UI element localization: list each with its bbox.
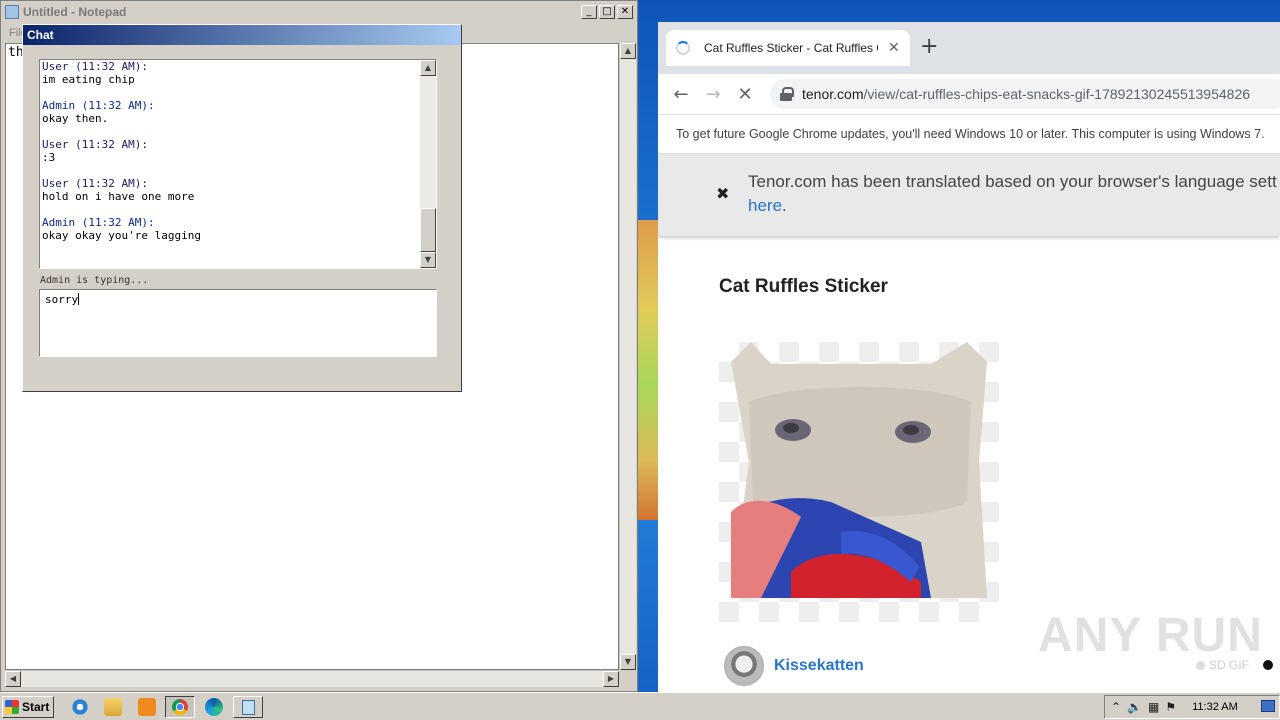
notepad-title: Untitled - Notepad xyxy=(23,5,127,19)
sd-radio-icon[interactable] xyxy=(1196,660,1205,670)
chat-message-text: im eating chip xyxy=(42,73,135,86)
scroll-up-arrow-icon[interactable]: ▲ xyxy=(420,60,436,76)
gif-quality-toggle[interactable]: SD GIF xyxy=(1196,658,1274,672)
chat-message-author: User (11:32 AM): xyxy=(42,60,148,73)
lock-icon[interactable] xyxy=(780,87,794,101)
typing-status: Admin is typing... xyxy=(40,275,149,286)
scroll-left-arrow-icon[interactable]: ◀ xyxy=(5,671,21,687)
forward-arrow-icon[interactable]: → xyxy=(704,84,722,105)
edge-icon[interactable] xyxy=(205,698,223,716)
notepad-icon xyxy=(5,5,19,19)
scroll-down-arrow-icon[interactable]: ▼ xyxy=(420,252,436,268)
chrome-icon xyxy=(172,699,188,715)
chat-log[interactable]: User (11:32 AM): im eating chip Admin (11:… xyxy=(39,59,437,269)
chevron-up-icon[interactable]: ⌃ xyxy=(1111,700,1121,714)
chat-message: User (11:32 AM): hold on i have one more xyxy=(42,177,436,203)
anyrun-watermark: ANY RUN xyxy=(1038,609,1263,662)
show-desktop-icon[interactable] xyxy=(1261,700,1275,712)
chat-message-author: Admin (11:32 AM): xyxy=(42,216,155,229)
notepad-horizontal-scrollbar[interactable]: ◀ ▶ xyxy=(5,670,619,687)
media-player-icon[interactable] xyxy=(138,698,156,716)
chat-input-field[interactable]: sorry xyxy=(39,289,437,357)
explorer-icon[interactable] xyxy=(104,698,122,716)
scroll-down-arrow-icon[interactable]: ▼ xyxy=(620,654,636,670)
browser-tab[interactable]: Cat Ruffles Sticker - Cat Ruffles Chi ✕ xyxy=(666,30,910,66)
clock[interactable]: 11:32 AM xyxy=(1192,701,1238,713)
sd-gif-label: SD GIF xyxy=(1209,658,1250,672)
chat-message-author: Admin (11:32 AM): xyxy=(42,99,155,112)
url-host: tenor.com xyxy=(802,86,864,102)
translate-banner: ✖ Tenor.com has been translated based on… xyxy=(658,154,1280,236)
chat-message-list: User (11:32 AM): im eating chip Admin (11:… xyxy=(40,60,436,242)
tab-close-icon[interactable]: ✕ xyxy=(888,40,900,56)
cat-sticker-graphic xyxy=(731,342,987,598)
maximize-button[interactable]: □ xyxy=(599,5,615,19)
scroll-right-arrow-icon[interactable]: ▶ xyxy=(603,671,619,687)
system-tray: ⌃ 🔈 ▦ ⚑ 11:32 AM xyxy=(1104,695,1280,719)
chat-window: Chat User (11:32 AM): im eating chip Admin… xyxy=(22,24,462,392)
translate-message: Tenor.com has been translated based on y… xyxy=(748,172,1277,191)
speaker-icon[interactable]: 🔈 xyxy=(1127,700,1142,714)
update-info-text: To get future Google Chrome updates, you… xyxy=(676,127,1265,141)
chat-message-text: hold on i have one more xyxy=(42,190,195,203)
address-bar[interactable]: tenor.com/view/cat-ruffles-chips-eat-sna… xyxy=(770,79,1280,109)
minimize-button[interactable]: _ xyxy=(581,5,597,19)
author-row[interactable]: Kissekatten xyxy=(724,646,864,686)
windows-logo-icon xyxy=(5,700,19,714)
browser-toolbar: ← → ✕ tenor.com/view/cat-ruffles-chips-e… xyxy=(658,74,1280,114)
chat-scrollbar[interactable]: ▲ ▼ xyxy=(420,60,436,268)
stop-loading-icon[interactable]: ✕ xyxy=(736,84,754,105)
chat-message-author: User (11:32 AM): xyxy=(42,177,148,190)
back-arrow-icon[interactable]: ← xyxy=(672,84,690,105)
notepad-taskbar-button[interactable] xyxy=(233,696,263,718)
network-icon[interactable]: ▦ xyxy=(1148,700,1159,714)
chat-message: Admin (11:32 AM): okay okay you're laggin… xyxy=(42,216,436,242)
url-path: /view/cat-ruffles-chips-eat-snacks-gif-1… xyxy=(863,86,1251,102)
start-button[interactable]: Start xyxy=(2,696,54,718)
chat-title: Chat xyxy=(27,28,54,42)
sticker-image[interactable] xyxy=(719,342,999,622)
translate-period: . xyxy=(782,196,787,215)
tab-strip: Cat Ruffles Sticker - Cat Ruffles Chi ✕ … xyxy=(658,22,1280,74)
notepad-icon xyxy=(242,700,255,715)
chrome-taskbar-button[interactable] xyxy=(165,696,195,718)
chat-input-value: sorry xyxy=(45,293,79,306)
page-title: Cat Ruffles Sticker xyxy=(719,276,888,297)
ie-icon[interactable] xyxy=(71,698,89,716)
banner-close-icon[interactable]: ✖ xyxy=(716,184,729,203)
author-name-link[interactable]: Kissekatten xyxy=(774,657,864,675)
chat-message-text: :3 xyxy=(42,151,56,164)
window-controls: _ □ ✕ xyxy=(581,5,633,19)
start-label: Start xyxy=(22,700,50,714)
chrome-window: Cat Ruffles Sticker - Cat Ruffles Chi ✕ … xyxy=(658,22,1280,692)
translate-link[interactable]: here xyxy=(748,196,782,215)
close-button[interactable]: ✕ xyxy=(617,5,633,19)
taskbar: Start ⌃ 🔈 ▦ ⚑ 11:32 AM xyxy=(0,692,1280,720)
chat-message-text: okay okay you're lagging xyxy=(42,229,201,242)
chat-message: Admin (11:32 AM): okay then. xyxy=(42,99,436,125)
flag-icon[interactable]: ⚑ xyxy=(1165,700,1176,714)
translate-text: Tenor.com has been translated based on y… xyxy=(748,170,1277,218)
chat-scroll-thumb[interactable] xyxy=(420,208,436,252)
chat-message-author: User (11:32 AM): xyxy=(42,138,148,151)
chat-message-text: okay then. xyxy=(42,112,109,125)
update-info-bar: To get future Google Chrome updates, you… xyxy=(658,114,1280,154)
scroll-up-arrow-icon[interactable]: ▲ xyxy=(620,43,636,59)
avatar[interactable] xyxy=(724,646,764,686)
text-caret xyxy=(78,293,80,305)
loading-spinner-icon xyxy=(676,41,690,55)
notepad-titlebar[interactable]: Untitled - Notepad _ □ ✕ xyxy=(1,1,637,23)
hd-radio-icon[interactable] xyxy=(1263,660,1274,670)
chat-titlebar[interactable]: Chat xyxy=(23,25,461,45)
tab-title: Cat Ruffles Sticker - Cat Ruffles Chi xyxy=(704,41,878,55)
new-tab-button[interactable]: + xyxy=(920,34,938,59)
chat-message: User (11:32 AM): im eating chip xyxy=(42,60,436,86)
chat-message: User (11:32 AM)::3 xyxy=(42,138,436,164)
notepad-vertical-scrollbar[interactable]: ▲ ▼ xyxy=(619,43,636,670)
